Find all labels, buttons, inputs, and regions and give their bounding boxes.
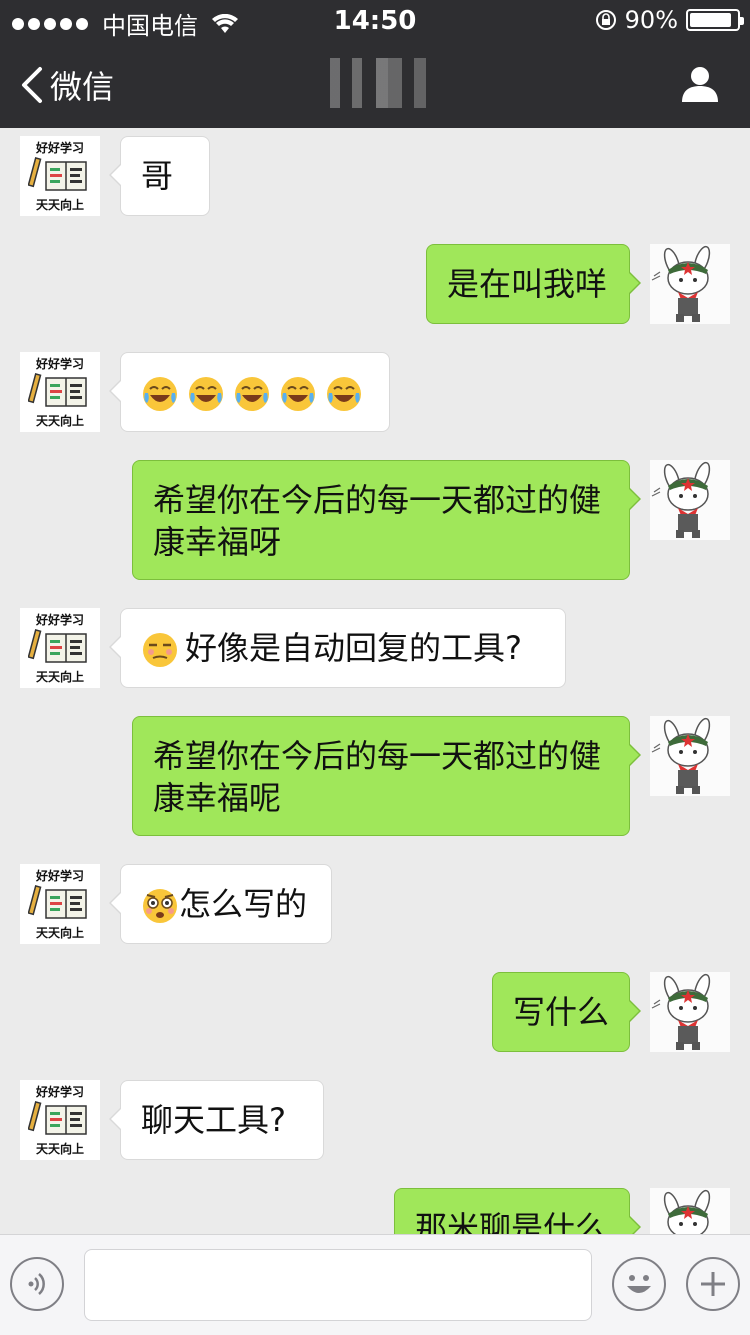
friend-avatar[interactable]: 好好学习 天天向上 (20, 1080, 100, 1160)
chat-title-redacted (330, 58, 440, 108)
input-bar (0, 1234, 750, 1335)
friend-avatar[interactable]: 好好学习 天天向上 (20, 864, 100, 944)
message-bubble-sent[interactable]: 写什么 (492, 972, 641, 1052)
emoji-button[interactable] (612, 1257, 666, 1311)
message-bubble-received[interactable]: 哥 (109, 136, 210, 216)
message-bubble-sent[interactable]: 是在叫我咩 (426, 244, 641, 324)
nav-bar: 微信 (0, 40, 750, 128)
message-bubble-received[interactable]: 好像是自动回复的工具? (109, 608, 566, 688)
pencil-notebook-icon (28, 885, 87, 919)
pencil-notebook-icon (28, 629, 87, 663)
back-label: 微信 (50, 68, 115, 106)
profile-icon[interactable] (680, 64, 720, 104)
friend-avatar[interactable]: 好好学习 天天向上 (20, 608, 100, 688)
friend-avatar[interactable]: 好好学习 天天向上 (20, 136, 100, 216)
tears-of-joy-emoji-icon (327, 377, 361, 411)
bunny-soldier-avatar-icon (651, 717, 711, 794)
my-avatar[interactable] (650, 716, 730, 796)
my-avatar[interactable] (650, 460, 730, 540)
message-bubble-sent[interactable]: 希望你在今后的每一天都过的健 康幸福呢 (132, 716, 641, 836)
battery-percent: 90% (624, 6, 678, 34)
battery-icon (686, 9, 744, 31)
tears-of-joy-emoji-icon (235, 377, 269, 411)
message-input[interactable] (84, 1249, 592, 1321)
message-bubble-received[interactable] (109, 352, 390, 432)
emoji-icon (627, 1275, 651, 1293)
plus-icon (701, 1272, 725, 1296)
bunny-soldier-avatar-icon (651, 245, 711, 322)
flushed-face-emoji-icon (143, 889, 177, 923)
message-list[interactable]: 好好学习 天天向上 哥 是在叫我咩 好好学习 天天向上 希望你在今后的每一天都过… (0, 128, 750, 1234)
voice-icon (28, 1273, 45, 1295)
my-avatar[interactable] (650, 972, 730, 1052)
unamused-emoji-icon (143, 633, 177, 667)
pencil-notebook-icon (28, 157, 87, 191)
message-bubble-received[interactable]: 聊天工具? (109, 1080, 324, 1160)
status-bar: 中国电信 14:50 90% (0, 0, 750, 40)
chevron-left-icon (22, 67, 42, 103)
more-button[interactable] (686, 1257, 740, 1311)
message-bubble-received[interactable]: 怎么写的 (109, 864, 332, 944)
tears-of-joy-emoji-icon (281, 377, 315, 411)
rotation-lock-icon (595, 10, 616, 30)
my-avatar[interactable] (650, 1188, 730, 1234)
voice-button[interactable] (10, 1257, 64, 1311)
tears-of-joy-emoji-icon (143, 377, 177, 411)
tears-of-joy-emoji-icon (189, 377, 223, 411)
bunny-soldier-avatar-icon (651, 973, 711, 1050)
pencil-notebook-icon (28, 1101, 87, 1135)
message-bubble-sent[interactable]: 那米聊是什么 (394, 1188, 641, 1234)
my-avatar[interactable] (650, 244, 730, 324)
bunny-soldier-avatar-icon (651, 461, 711, 538)
pencil-notebook-icon (28, 373, 87, 407)
message-bubble-sent[interactable]: 希望你在今后的每一天都过的健 康幸福呀 (132, 460, 641, 580)
back-button[interactable]: 微信 (18, 62, 114, 108)
bunny-soldier-avatar-icon (663, 1189, 711, 1234)
friend-avatar[interactable]: 好好学习 天天向上 (20, 352, 100, 432)
